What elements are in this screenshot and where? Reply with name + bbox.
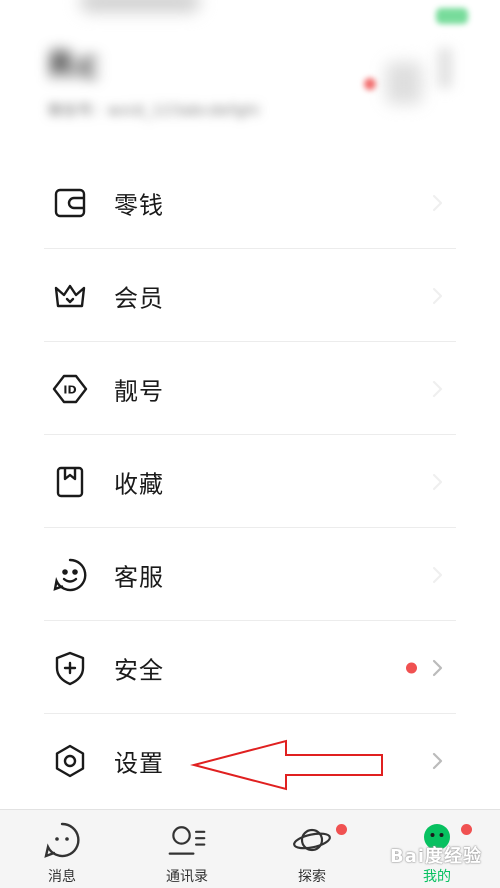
menu-item-label: 客服 bbox=[114, 563, 164, 591]
notification-badge bbox=[406, 662, 417, 673]
status-bar-blur bbox=[80, 0, 200, 12]
tab-messages[interactable]: 消息 bbox=[12, 810, 112, 888]
tab-explore[interactable]: 探索 bbox=[262, 810, 362, 888]
chevron-right-icon bbox=[432, 380, 443, 397]
battery-icon bbox=[436, 8, 468, 24]
tab-contacts[interactable]: 通讯录 bbox=[137, 810, 237, 888]
profile-red-dot bbox=[364, 78, 376, 90]
menu-item-label: 零钱 bbox=[114, 191, 164, 219]
chevron-right-icon bbox=[432, 194, 443, 211]
wallet-icon bbox=[50, 183, 90, 223]
planet-icon bbox=[293, 828, 331, 852]
menu-item-label: 安全 bbox=[114, 656, 164, 684]
profile-name: Rc bbox=[48, 45, 102, 86]
tab-label: 我的 bbox=[423, 869, 451, 885]
menu-item-label: 收藏 bbox=[114, 470, 164, 498]
tab-label: 消息 bbox=[48, 869, 76, 885]
chat-bubble-icon bbox=[44, 822, 80, 858]
profile-header[interactable]: Rc 微信号：wxid_123abcdefghi bbox=[0, 0, 500, 150]
menu-item-label: 靓号 bbox=[114, 377, 164, 405]
tab-badge bbox=[336, 824, 347, 835]
menu-item-membership[interactable]: 会员 bbox=[0, 249, 500, 342]
chevron-right-icon bbox=[432, 659, 443, 676]
tab-badge bbox=[461, 824, 472, 835]
menu-item-label: 会员 bbox=[114, 284, 164, 312]
crown-icon bbox=[50, 276, 90, 316]
menu-item-premium-id[interactable]: ID 靓号 bbox=[0, 342, 500, 435]
menu-item-label: 设置 bbox=[114, 749, 164, 777]
profile-chevron-icon bbox=[438, 48, 452, 88]
chevron-right-icon bbox=[432, 566, 443, 583]
hexagon-settings-icon bbox=[50, 741, 90, 781]
contacts-icon bbox=[168, 826, 206, 855]
qr-code-icon[interactable] bbox=[386, 62, 422, 104]
tab-label: 通讯录 bbox=[166, 869, 208, 885]
annotation-arrow-icon bbox=[190, 739, 383, 791]
bookmark-icon bbox=[50, 462, 90, 502]
svg-text:ID: ID bbox=[63, 383, 76, 396]
profile-subtitle: 微信号：wxid_123abcdefghi bbox=[48, 103, 261, 119]
menu-item-customer-service[interactable]: 客服 bbox=[0, 528, 500, 621]
chevron-right-icon bbox=[432, 473, 443, 490]
service-face-icon bbox=[50, 555, 90, 595]
chevron-right-icon bbox=[432, 752, 443, 769]
tab-label: 探索 bbox=[298, 869, 326, 885]
menu-item-favorites[interactable]: 收藏 bbox=[0, 435, 500, 528]
menu-list: 零钱 会员 ID 靓号 收藏 客服 安全 设置 bbox=[0, 156, 500, 807]
watermark: Bai度经验 bbox=[390, 846, 483, 867]
menu-item-wallet[interactable]: 零钱 bbox=[0, 156, 500, 249]
id-badge-icon: ID bbox=[50, 369, 90, 409]
shield-plus-icon bbox=[50, 648, 90, 688]
chevron-right-icon bbox=[432, 287, 443, 304]
menu-item-security[interactable]: 安全 bbox=[0, 621, 500, 714]
